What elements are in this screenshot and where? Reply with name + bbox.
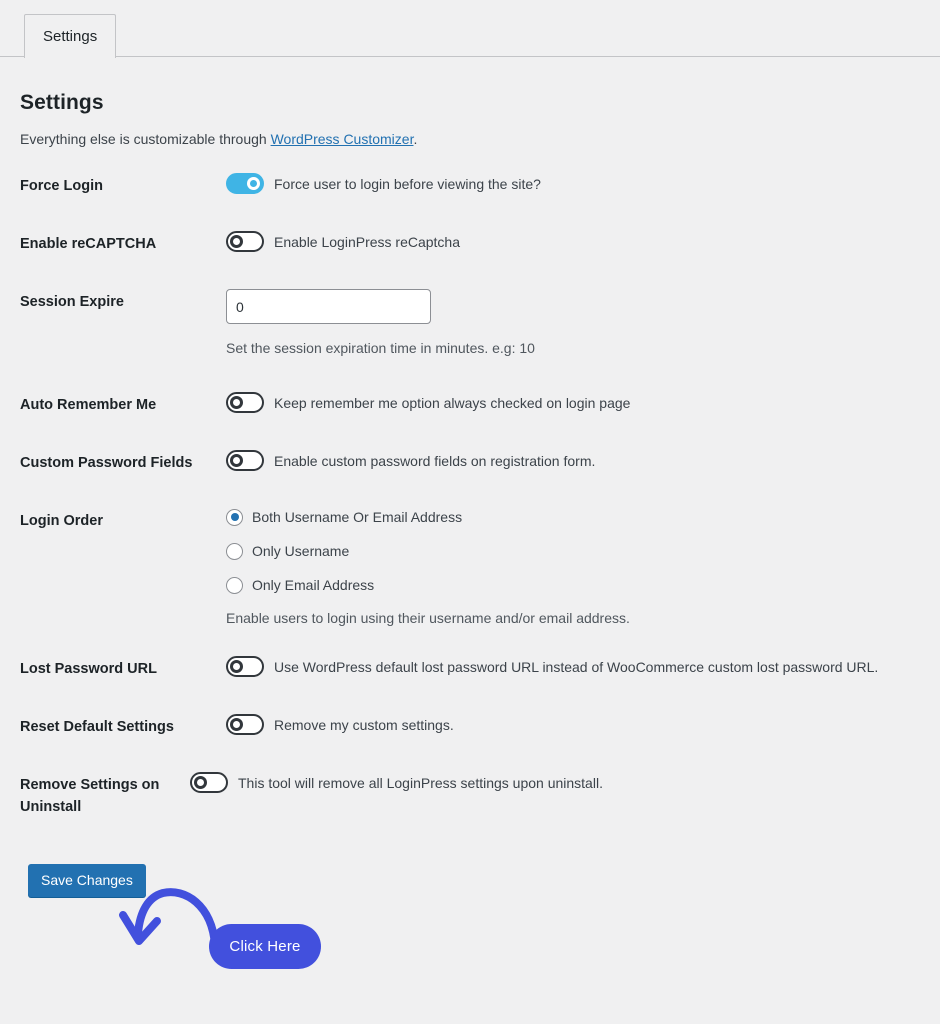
page-subtitle: Everything else is customizable through … <box>20 131 940 147</box>
page-title: Settings <box>20 91 104 114</box>
row-enable-recaptcha-text: Enable LoginPress reCaptcha <box>274 233 461 250</box>
settings-form: Force Login Force user to login before v… <box>0 173 940 818</box>
row-lost-password-url: Lost Password URL Use WordPress default … <box>0 656 940 680</box>
row-lost-password-url-label: Lost Password URL <box>20 661 157 677</box>
row-enable-recaptcha: Enable reCAPTCHA Enable LoginPress reCap… <box>0 231 940 255</box>
toggle-auto-remember-me[interactable] <box>226 392 264 413</box>
radio-option-only-email[interactable]: Only Email Address <box>226 576 940 594</box>
toggle-reset-default-settings[interactable] <box>226 714 264 735</box>
row-remove-settings-on-uninstall-field: This tool will remove all LoginPress set… <box>190 772 940 793</box>
toggle-remove-settings-on-uninstall[interactable] <box>190 772 228 793</box>
row-enable-recaptcha-field: Enable LoginPress reCaptcha <box>226 231 940 252</box>
row-reset-default-settings-field: Remove my custom settings. <box>226 714 940 735</box>
click-here-label: Click Here <box>229 938 301 955</box>
row-login-order-label: Login Order <box>20 513 103 529</box>
row-enable-recaptcha-label: Enable reCAPTCHA <box>20 236 157 252</box>
toggle-force-login[interactable] <box>226 173 264 194</box>
page-subtitle-prefix: Everything else is customizable through <box>20 131 271 147</box>
row-lost-password-url-text: Use WordPress default lost password URL … <box>274 658 879 675</box>
toggle-custom-password-fields[interactable] <box>226 450 264 471</box>
radio-option-both[interactable]: Both Username Or Email Address <box>226 508 940 526</box>
page-header: Settings Everything else is customizable… <box>0 57 940 147</box>
row-reset-default-settings-text: Remove my custom settings. <box>274 716 454 733</box>
toggle-knob-icon <box>194 776 207 789</box>
toggle-knob-icon <box>247 177 260 190</box>
row-remove-settings-on-uninstall: Remove Settings on Uninstall This tool w… <box>0 772 940 818</box>
tab-bar: Settings <box>0 0 940 59</box>
radio-option-both-label: Both Username Or Email Address <box>252 509 463 525</box>
tab-settings[interactable]: Settings <box>24 14 117 59</box>
row-reset-default-settings-label: Reset Default Settings <box>20 719 174 735</box>
row-force-login-label: Force Login <box>20 178 103 194</box>
toggle-knob-icon <box>230 718 243 731</box>
row-session-expire-field: Set the session expiration time in minut… <box>226 289 940 358</box>
row-session-expire: Session Expire Set the session expiratio… <box>0 289 940 358</box>
row-login-order-field: Both Username Or Email Address Only User… <box>226 508 940 628</box>
toggle-knob-icon <box>230 660 243 673</box>
row-auto-remember-me-field: Keep remember me option always checked o… <box>226 392 940 413</box>
login-order-help: Enable users to login using their userna… <box>226 610 630 626</box>
radio-option-only-username[interactable]: Only Username <box>226 542 940 560</box>
row-lost-password-url-field: Use WordPress default lost password URL … <box>226 656 940 677</box>
row-auto-remember-me-text: Keep remember me option always checked o… <box>274 394 631 411</box>
login-order-radio-group: Both Username Or Email Address Only User… <box>226 508 940 594</box>
form-footer: Save Changes <box>0 832 940 912</box>
row-custom-password-fields-label: Custom Password Fields <box>20 455 193 471</box>
wordpress-customizer-link[interactable]: WordPress Customizer <box>271 131 414 147</box>
row-session-expire-label: Session Expire <box>20 294 124 310</box>
session-expire-input[interactable] <box>226 289 431 324</box>
row-force-login: Force Login Force user to login before v… <box>0 173 940 197</box>
toggle-lost-password-url[interactable] <box>226 656 264 677</box>
page-subtitle-suffix: . <box>413 131 418 147</box>
radio-indicator-icon <box>226 576 243 594</box>
row-custom-password-fields: Custom Password Fields Enable custom pas… <box>0 450 940 474</box>
row-remove-settings-on-uninstall-text: This tool will remove all LoginPress set… <box>238 774 603 791</box>
row-reset-default-settings: Reset Default Settings Remove my custom … <box>0 714 940 738</box>
row-auto-remember-me-label: Auto Remember Me <box>20 397 157 413</box>
radio-option-only-username-label: Only Username <box>252 543 350 559</box>
settings-page: Settings Settings Everything else is cus… <box>0 0 940 1024</box>
row-remove-settings-on-uninstall-label: Remove Settings on Uninstall <box>20 777 160 815</box>
radio-option-only-email-label: Only Email Address <box>252 577 375 593</box>
click-here-callout[interactable]: Click Here <box>209 924 321 969</box>
row-custom-password-fields-text: Enable custom password fields on registr… <box>274 452 596 469</box>
save-changes-button[interactable]: Save Changes <box>28 864 146 897</box>
radio-indicator-icon <box>226 508 243 526</box>
tab-settings-label: Settings <box>43 28 98 45</box>
row-force-login-field: Force user to login before viewing the s… <box>226 173 940 194</box>
row-force-login-text: Force user to login before viewing the s… <box>274 175 541 192</box>
radio-indicator-icon <box>226 542 243 560</box>
row-login-order: Login Order Both Username Or Email Addre… <box>0 508 940 628</box>
toggle-knob-icon <box>230 396 243 409</box>
session-expire-help: Set the session expiration time in minut… <box>226 340 535 356</box>
toggle-knob-icon <box>230 235 243 248</box>
row-auto-remember-me: Auto Remember Me Keep remember me option… <box>0 392 940 416</box>
row-custom-password-fields-field: Enable custom password fields on registr… <box>226 450 940 471</box>
toggle-enable-recaptcha[interactable] <box>226 231 264 252</box>
toggle-knob-icon <box>230 454 243 467</box>
